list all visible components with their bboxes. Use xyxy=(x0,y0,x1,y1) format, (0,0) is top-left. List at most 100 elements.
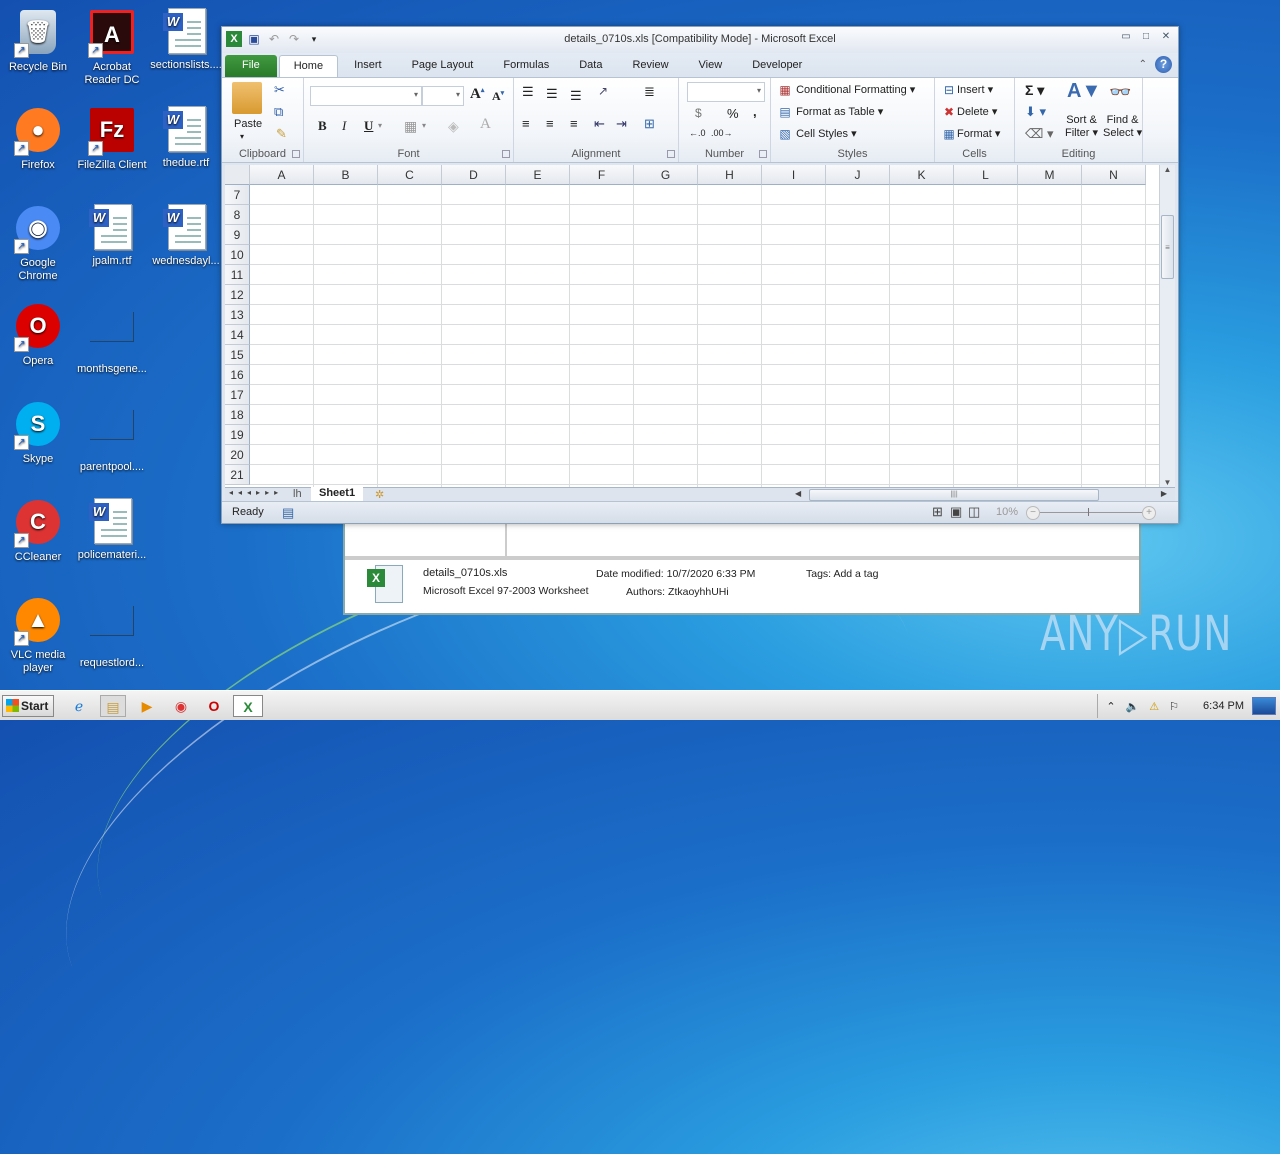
desktop-icon[interactable]: parentpool.... xyxy=(74,400,150,474)
row-header[interactable]: 12 xyxy=(225,285,250,305)
tab-page-layout[interactable]: Page Layout xyxy=(398,55,488,77)
sort-filter-icon[interactable]: A▼ xyxy=(1067,80,1101,103)
tags-value[interactable]: Add a tag xyxy=(833,568,878,580)
bottom-align-icon[interactable]: ☰ xyxy=(570,88,582,104)
font-launcher[interactable] xyxy=(502,150,510,158)
page-layout-view-icon[interactable]: ▣ xyxy=(950,504,962,520)
tab-data[interactable]: Data xyxy=(565,55,616,77)
help-icon[interactable]: ? xyxy=(1155,56,1172,73)
top-align-icon[interactable]: ☰ xyxy=(522,84,534,100)
scroll-right-icon[interactable]: ▶ xyxy=(1161,489,1167,498)
minimize-button[interactable]: ▭ xyxy=(1118,30,1134,44)
percent-button[interactable]: % xyxy=(727,106,739,121)
vertical-scrollbar[interactable]: ▲ ≡ ▼ xyxy=(1159,165,1175,487)
row-header[interactable]: 11 xyxy=(225,265,250,285)
alignment-launcher[interactable] xyxy=(667,150,675,158)
chrome-taskbar-icon[interactable]: ◉ xyxy=(168,695,194,717)
row-header[interactable]: 15 xyxy=(225,345,250,365)
find-select-icon[interactable]: 👓 xyxy=(1109,82,1131,103)
maximize-button[interactable]: □ xyxy=(1138,30,1154,44)
scroll-down-icon[interactable]: ▼ xyxy=(1160,478,1175,487)
row-header[interactable]: 7 xyxy=(225,185,250,205)
orientation-icon[interactable]: ↗ xyxy=(598,84,608,98)
format-as-table-button[interactable]: ▤ Format as Table ▾ xyxy=(777,104,883,120)
sheet-nav-arrows[interactable]: ◂◂◂▸▸▸ xyxy=(229,488,283,497)
column-header[interactable]: G xyxy=(634,165,698,185)
zoom-out-button[interactable]: − xyxy=(1026,506,1040,520)
format-painter-icon[interactable]: ✎ xyxy=(276,126,287,142)
normal-view-icon[interactable]: ⊞ xyxy=(932,504,943,520)
start-button[interactable]: Start xyxy=(2,695,54,717)
authors-value[interactable]: ZtkaoyhhUHi xyxy=(668,586,729,598)
increase-indent-icon[interactable]: ⇥ xyxy=(616,116,627,132)
volume-icon[interactable]: 🔈 xyxy=(1126,700,1140,713)
column-header[interactable]: B xyxy=(314,165,378,185)
conditional-formatting-button[interactable]: ▦ Conditional Formatting ▾ xyxy=(777,82,915,98)
underline-dropdown[interactable]: ▾ xyxy=(378,121,382,130)
desktop-icon[interactable]: monthsgene... xyxy=(74,302,150,376)
align-left-icon[interactable]: ≡ xyxy=(522,116,530,131)
column-header[interactable]: A xyxy=(250,165,314,185)
number-format-combo[interactable] xyxy=(687,82,765,102)
row-header[interactable]: 19 xyxy=(225,425,250,445)
wrap-text-icon[interactable]: ≣ xyxy=(644,84,655,100)
media-player-taskbar-icon[interactable]: ▶ xyxy=(134,695,160,717)
column-header[interactable]: E xyxy=(506,165,570,185)
vertical-scroll-thumb[interactable]: ≡ xyxy=(1161,215,1174,279)
column-header[interactable]: K xyxy=(890,165,954,185)
column-header[interactable]: N xyxy=(1082,165,1146,185)
grow-font-icon[interactable]: A▴ xyxy=(470,86,484,103)
autosum-icon[interactable]: Σ ▾ xyxy=(1025,82,1044,99)
row-header[interactable]: 20 xyxy=(225,445,250,465)
ie-taskbar-icon[interactable]: ℯ xyxy=(66,695,92,717)
desktop-icon[interactable]: Wwednesdayl... xyxy=(148,204,224,268)
opera-taskbar-icon[interactable]: O xyxy=(201,695,227,717)
tab-file[interactable]: File xyxy=(225,55,277,77)
paste-button[interactable]: Paste xyxy=(234,118,262,130)
desktop-icon[interactable]: Wthedue.rtf xyxy=(148,106,224,170)
desktop-icon[interactable]: requestlord... xyxy=(74,596,150,670)
zoom-level[interactable]: 10% xyxy=(996,506,1018,518)
close-button[interactable]: ✕ xyxy=(1158,30,1174,44)
column-header[interactable]: M xyxy=(1018,165,1082,185)
desktop-icon[interactable]: C ↗ CCleaner xyxy=(0,498,76,564)
insert-sheet-icon[interactable]: ✲ xyxy=(375,488,384,501)
tab-home[interactable]: Home xyxy=(278,55,339,77)
column-header[interactable]: L xyxy=(954,165,1018,185)
borders-dropdown[interactable]: ▾ xyxy=(422,121,426,130)
minimize-ribbon-icon[interactable]: ⌃ xyxy=(1139,59,1147,70)
desktop-icon[interactable]: Wsectionslists.... xyxy=(148,8,224,72)
clipboard-launcher[interactable] xyxy=(292,150,300,158)
excel-taskbar-icon[interactable]: X xyxy=(233,695,263,717)
scroll-up-icon[interactable]: ▲ xyxy=(1160,165,1175,179)
zoom-in-button[interactable]: + xyxy=(1142,506,1156,520)
desktop-icon[interactable]: S ↗ Skype xyxy=(0,400,76,466)
decrease-decimal-icon[interactable]: .00→ xyxy=(711,128,733,138)
row-header[interactable]: 8 xyxy=(225,205,250,225)
page-break-view-icon[interactable]: ◫ xyxy=(968,504,980,520)
shrink-font-icon[interactable]: A▾ xyxy=(492,89,504,104)
align-center-icon[interactable]: ≡ xyxy=(546,116,554,131)
spreadsheet-grid[interactable]: A B C D E F G H I J K L M N 7 8 9 10 11 12 13 14 15 16 17 18 19 20 2… xyxy=(225,165,1161,487)
tab-insert[interactable]: Insert xyxy=(340,55,396,77)
show-desktop-button[interactable] xyxy=(1252,697,1276,715)
desktop-icon[interactable]: 🗑 ↗ Recycle Bin xyxy=(0,8,76,74)
decrease-indent-icon[interactable]: ⇤ xyxy=(594,116,605,132)
clear-icon[interactable]: ⌫ ▾ xyxy=(1025,126,1054,142)
desktop-icon[interactable]: ▲ ↗ VLC media player xyxy=(0,596,76,675)
network-warning-icon[interactable]: ⚠ xyxy=(1149,700,1159,713)
align-right-icon[interactable]: ≡ xyxy=(570,116,578,131)
cut-icon[interactable]: ✂ xyxy=(274,82,285,98)
desktop-icon[interactable]: ◉ ↗ Google Chrome xyxy=(0,204,76,283)
clock[interactable]: 6:34 PM xyxy=(1203,700,1244,712)
delete-cells-button[interactable]: ✖ Delete ▾ xyxy=(941,104,997,120)
zoom-slider[interactable] xyxy=(1040,512,1142,513)
desktop-icon[interactable]: Wjpalm.rtf xyxy=(74,204,150,268)
desktop-icon[interactable]: O ↗ Opera xyxy=(0,302,76,368)
italic-button[interactable]: I xyxy=(342,118,346,134)
number-launcher[interactable] xyxy=(759,150,767,158)
find-select-button[interactable]: Find & Select ▾ xyxy=(1103,114,1142,140)
desktop-icon[interactable]: ● ↗ Firefox xyxy=(0,106,76,172)
fill-icon[interactable]: ⬇ ▾ xyxy=(1025,104,1046,120)
row-header[interactable]: 21 xyxy=(225,465,250,485)
